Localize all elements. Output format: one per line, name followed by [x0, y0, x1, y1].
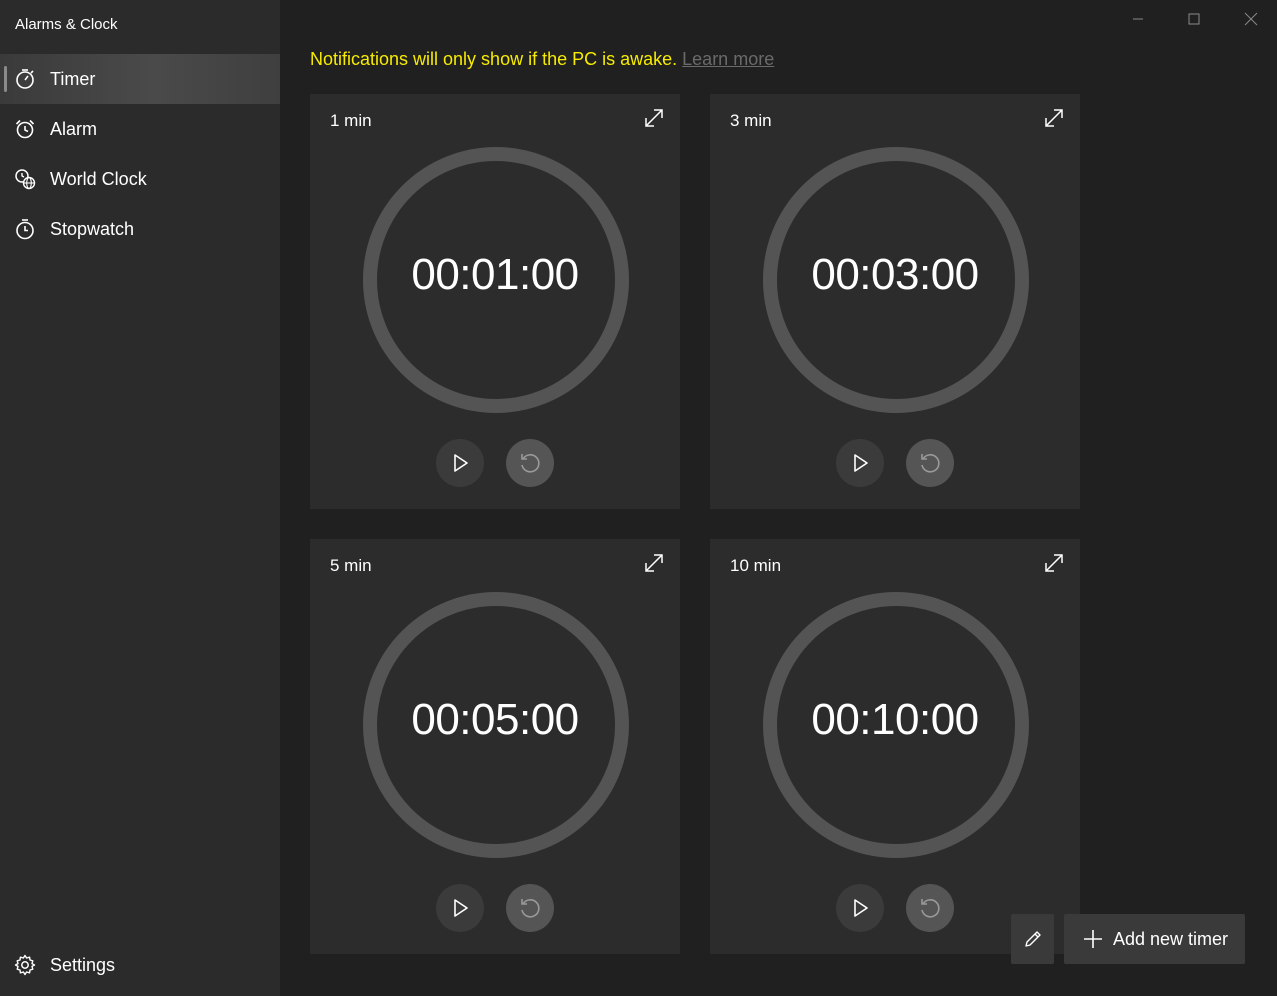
learn-more-link[interactable]: Learn more [682, 49, 774, 69]
nav-label: Settings [50, 954, 116, 975]
expand-icon[interactable] [642, 551, 666, 575]
reset-button[interactable] [906, 439, 954, 487]
play-icon [454, 899, 468, 917]
notice-text: Notifications will only show if the PC i… [310, 49, 678, 69]
nav-label: World Clock [50, 168, 147, 189]
timer-time: 00:01:00 [411, 250, 579, 299]
selection-indicator [4, 66, 7, 92]
timer-icon [16, 69, 34, 89]
nav-label: Stopwatch [50, 218, 135, 239]
nav-item-settings[interactable]: Settings [0, 940, 280, 990]
nav-label: Alarm [50, 118, 98, 139]
plus-icon [1084, 930, 1102, 948]
add-new-timer-label: Add new timer [1113, 929, 1229, 949]
expand-icon[interactable] [642, 106, 666, 130]
alarm-icon [15, 119, 35, 139]
reset-icon [921, 454, 940, 473]
gear-icon [14, 954, 36, 976]
timer-name: 5 min [330, 556, 372, 575]
reset-icon [921, 899, 940, 918]
timer-time: 00:10:00 [811, 695, 979, 744]
timer-time: 00:03:00 [811, 250, 979, 299]
nav-item-world-clock[interactable]: World Clock [0, 154, 280, 204]
nav-item-alarm[interactable]: Alarm [0, 104, 280, 154]
nav-label: Timer [50, 68, 96, 89]
expand-icon[interactable] [1042, 106, 1066, 130]
stopwatch-icon [16, 219, 34, 240]
timer-name: 10 min [730, 556, 782, 575]
pencil-icon [1024, 931, 1041, 947]
timer-name: 3 min [730, 111, 772, 130]
world-clock-icon [15, 169, 36, 190]
maximize-icon[interactable] [1183, 8, 1205, 30]
sidebar: Alarms & Clock Timer Alarm World Clock S… [0, 0, 280, 996]
timer-card[interactable]: 5 min 00:05:00 [310, 539, 680, 954]
timer-card[interactable]: 10 min 00:10:00 [710, 539, 1080, 954]
play-icon [854, 454, 868, 472]
timer-time: 00:05:00 [411, 695, 579, 744]
reset-button[interactable] [906, 884, 954, 932]
play-button[interactable] [836, 884, 884, 932]
play-icon [854, 899, 868, 917]
reset-button[interactable] [506, 439, 554, 487]
nav-item-stopwatch[interactable]: Stopwatch [0, 204, 280, 254]
nav-item-timer[interactable]: Timer [0, 54, 280, 104]
reset-button[interactable] [506, 884, 554, 932]
reset-icon [521, 899, 540, 918]
reset-icon [521, 454, 540, 473]
play-icon [454, 454, 468, 472]
minimize-icon[interactable] [1127, 8, 1149, 30]
add-new-timer-button[interactable]: Add new timer [1064, 914, 1245, 964]
timer-name: 1 min [330, 111, 372, 130]
expand-icon[interactable] [1042, 551, 1066, 575]
play-button[interactable] [436, 439, 484, 487]
timer-card[interactable]: 1 min 00:01:00 [310, 94, 680, 509]
app-title: Alarms & Clock [15, 16, 118, 33]
timer-card[interactable]: 3 min 00:03:00 [710, 94, 1080, 509]
play-button[interactable] [436, 884, 484, 932]
close-icon[interactable] [1240, 8, 1262, 30]
edit-timers-button[interactable] [1011, 914, 1054, 964]
play-button[interactable] [836, 439, 884, 487]
notification-notice: Notifications will only show if the PC i… [310, 49, 774, 70]
